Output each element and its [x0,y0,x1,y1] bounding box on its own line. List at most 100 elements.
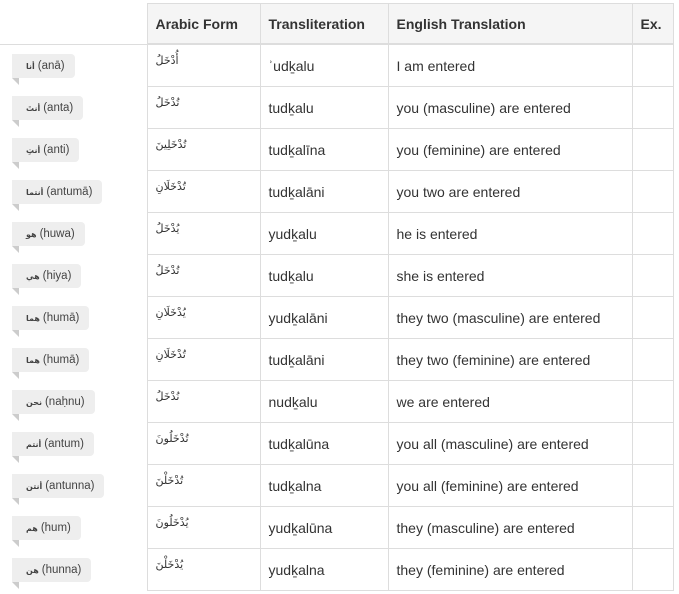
arabic-form-cell: تُدْخَلُ [146,254,261,297]
pronoun-tag: نحن (naḥnu) [12,389,95,421]
pronoun-cell: هو (huwa) [0,212,148,255]
english-translation-cell: I am entered [387,43,633,87]
pronoun-tag: هما (humā) [12,347,90,379]
table-row: أنتِ (anti) تُدْخَلِينَ tudḵalīna you (femin… [0,128,674,171]
pronoun-cell: هما (humā) [0,296,148,339]
arabic-form: تُدْخَلِينَ [155,138,187,151]
pronoun-arabic: هي [26,271,40,281]
arabic-form: تُدْخَلُ [155,96,180,109]
transliteration-cell: nudḵalu [259,380,389,423]
conjugation-table: Arabic Form Transliteration English Tran… [0,3,674,591]
header-transliteration: Transliteration [259,3,389,45]
english-translation-cell: he is entered [387,212,633,255]
english-translation-cell: you all (feminine) are entered [387,464,633,507]
example-cell [631,506,674,549]
arabic-form: يُدْخَلَانِ [155,306,186,319]
arabic-form-cell: تُدْخَلْنَ [146,464,261,507]
table-row: أنتن (antunna) تُدْخَلْنَ tudḵalna you all (… [0,464,674,507]
example-cell [631,212,674,255]
arabic-form: أُدْخَلُ [155,54,179,67]
pronoun-tag: أنتن (antunna) [12,473,105,505]
english-translation-cell: you two are entered [387,170,633,213]
table-row: هم (hum) يُدْخَلُونَ yudḵalūna they (masculi… [0,506,674,549]
english-translation-cell: she is entered [387,254,633,297]
pronoun-arabic: هن [26,565,39,575]
arabic-form-cell: يُدْخَلُ [146,212,261,255]
arabic-form-cell: يُدْخَلُونَ [146,506,261,549]
example-cell [631,296,674,339]
arabic-form-cell: أُدْخَلُ [146,43,261,87]
pronoun-cell: أنا (anā) [0,44,148,87]
pronoun-transliteration: (naḥnu) [44,395,85,408]
arabic-form-cell: يُدْخَلْنَ [146,548,261,591]
table-row: هن (hunna) يُدْخَلْنَ yudḵalna they (feminin… [0,548,674,591]
header-arabic-form: Arabic Form [146,3,261,45]
pronoun-tag: هم (hum) [12,515,81,547]
header-row: Arabic Form Transliteration English Tran… [0,3,674,45]
table-row: أنا (anā) أُدْخَلُ ʾudḵalu I am entered [0,43,674,87]
transliteration-cell: yudḵalūna [259,506,389,549]
header-english-translation: English Translation [387,3,633,45]
pronoun-arabic: أنتم [26,439,42,449]
pronoun-transliteration: (antunna) [45,479,95,492]
arabic-form-cell: تُدْخَلِينَ [146,128,261,171]
pronoun-transliteration: (antum) [44,437,84,450]
example-cell [631,128,674,171]
english-translation-cell: they two (masculine) are entered [387,296,633,339]
english-translation-cell: they two (feminine) are entered [387,338,633,381]
table-row: أنتَ (anta) تُدْخَلُ tudḵalu you (masculine)… [0,86,674,129]
transliteration-cell: tudḵalūna [259,422,389,465]
arabic-form-cell: تُدْخَلُونَ [146,422,261,465]
transliteration-cell: yudḵalu [259,212,389,255]
pronoun-arabic: هو [26,229,37,239]
arabic-form: تُدْخَلْنَ [155,474,184,487]
pronoun-tag: هو (huwa) [12,221,85,253]
transliteration-cell: tudḵalāni [259,170,389,213]
transliteration-cell: ʾudḵalu [259,43,389,87]
pronoun-tag: أنتَ (anta) [12,95,84,127]
example-cell [631,380,674,423]
english-translation-cell: they (masculine) are entered [387,506,633,549]
arabic-form-cell: تُدْخَلَانِ [146,170,261,213]
pronoun-transliteration: (humā) [42,353,80,366]
pronoun-cell: أنتن (antunna) [0,464,148,507]
arabic-form-cell: يُدْخَلَانِ [146,296,261,339]
pronoun-arabic: أنا [26,61,35,71]
arabic-form: تُدْخَلَانِ [155,180,186,193]
pronoun-arabic: هم [26,523,38,533]
pronoun-transliteration: (hum) [40,521,71,534]
english-translation-cell: they (feminine) are entered [387,548,633,591]
arabic-form: يُدْخَلْنَ [155,558,184,571]
english-translation-cell: you all (masculine) are entered [387,422,633,465]
example-cell [631,464,674,507]
example-cell [631,338,674,381]
table-header: Arabic Form Transliteration English Tran… [0,3,674,45]
pronoun-tag: أنا (anā) [12,53,75,85]
arabic-form-cell: تُدْخَلَانِ [146,338,261,381]
example-cell [631,43,674,87]
arabic-form: يُدْخَلُ [155,222,180,235]
pronoun-tag: أنتم (antum) [12,431,94,463]
header-corner [0,3,148,45]
pronoun-arabic: أنتن [26,481,43,491]
arabic-form-cell: نُدْخَلُ [146,380,261,423]
table-row: هو (huwa) يُدْخَلُ yudḵalu he is entered [0,212,674,255]
pronoun-arabic: هما [26,313,40,323]
english-translation-cell: we are entered [387,380,633,423]
example-cell [631,86,674,129]
conjugation-view: Arabic Form Transliteration English Tran… [0,0,679,594]
arabic-form-cell: تُدْخَلُ [146,86,261,129]
pronoun-tag: هما (humā) [12,305,90,337]
transliteration-cell: tudḵalāni [259,338,389,381]
arabic-form: تُدْخَلُ [155,264,180,277]
pronoun-transliteration: (hiya) [42,269,72,282]
example-cell [631,170,674,213]
transliteration-cell: yudḵalāni [259,296,389,339]
header-ex: Ex. [631,3,674,45]
pronoun-transliteration: (anta) [43,101,74,114]
transliteration-cell: tudḵalna [259,464,389,507]
pronoun-tag: هن (hunna) [12,557,92,589]
pronoun-transliteration: (anti) [43,143,70,156]
pronoun-arabic: أنتِ [26,145,41,155]
example-cell [631,254,674,297]
